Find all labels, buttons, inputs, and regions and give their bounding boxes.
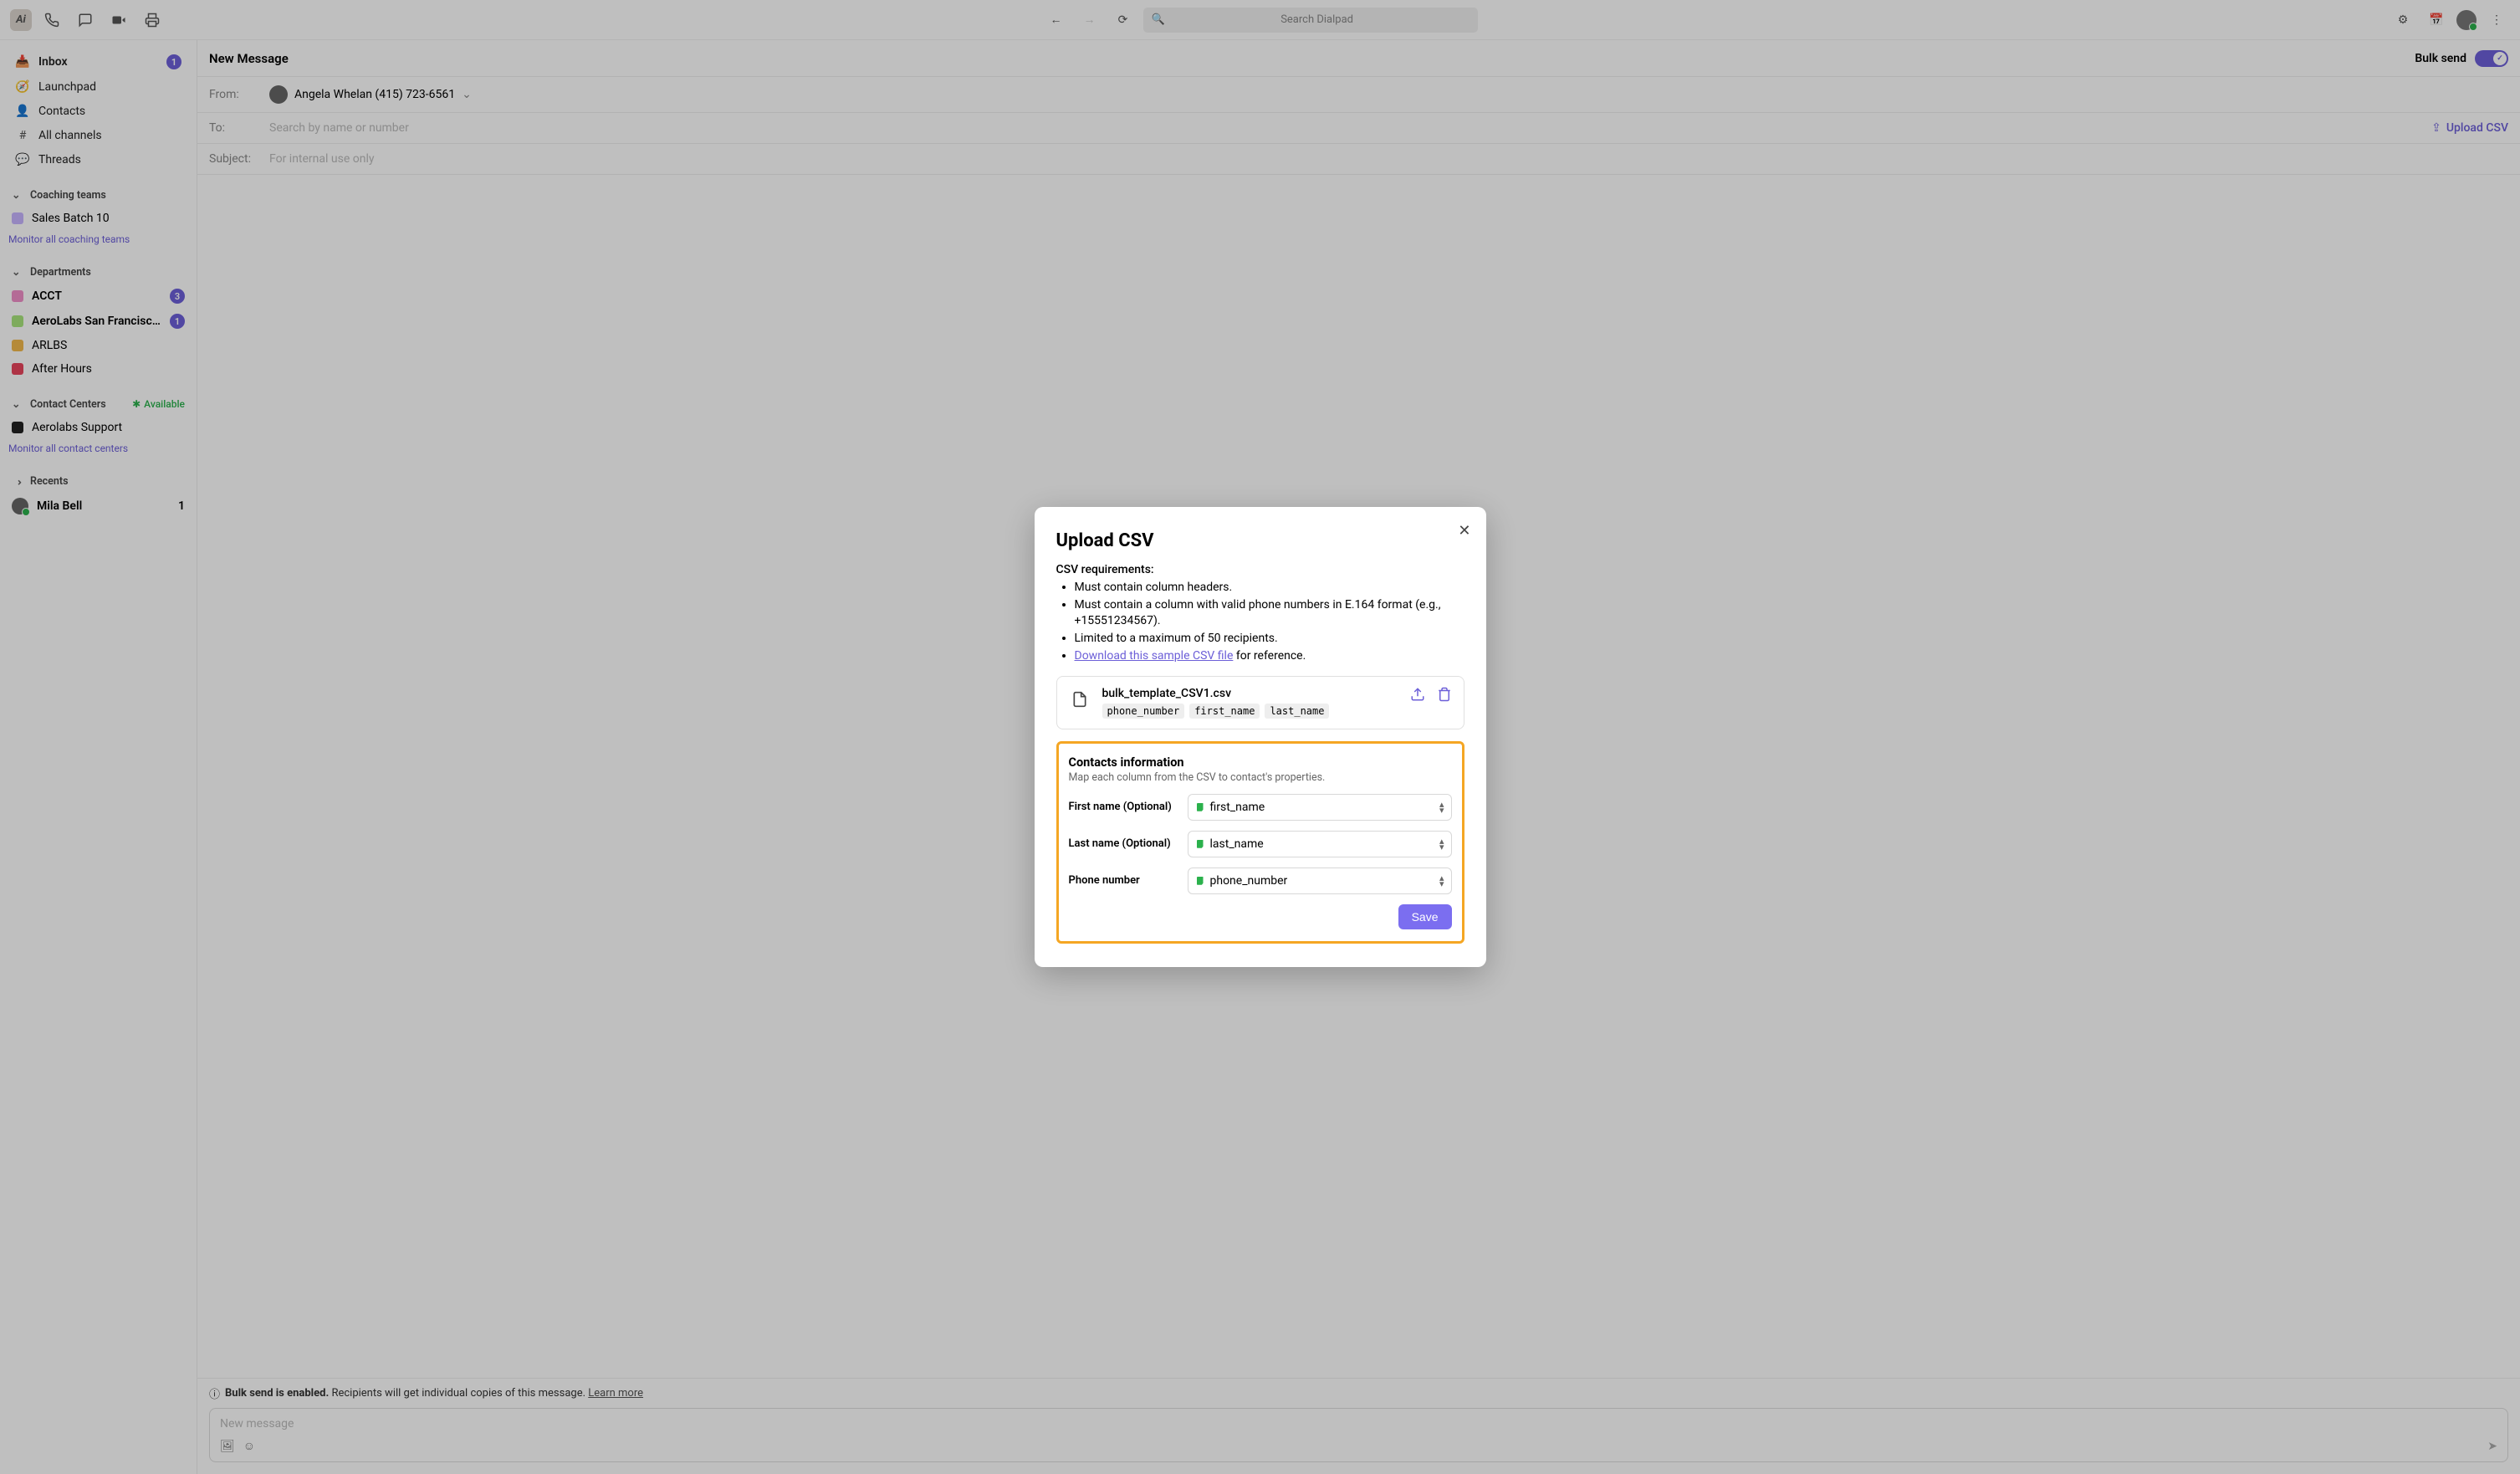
column-icon <box>1197 877 1204 885</box>
contacts-information-section: Contacts information Map each column fro… <box>1056 741 1464 944</box>
uploaded-file-card: bulk_template_CSV1.csv phone_number firs… <box>1056 676 1464 729</box>
phone-number-select[interactable]: phone_number ▴▾ <box>1188 868 1452 894</box>
sort-icon: ▴▾ <box>1439 801 1444 813</box>
last-name-select[interactable]: last_name ▴▾ <box>1188 831 1452 857</box>
save-button[interactable]: Save <box>1398 904 1452 929</box>
modal-title: Upload CSV <box>1056 530 1464 551</box>
delete-file-icon[interactable] <box>1437 687 1452 705</box>
first-name-label: First name (Optional) <box>1069 801 1188 813</box>
reupload-icon[interactable] <box>1410 687 1425 705</box>
column-icon <box>1197 840 1204 848</box>
close-button[interactable]: ✕ <box>1458 522 1470 540</box>
select-value: phone_number <box>1210 874 1288 888</box>
phone-number-label: Phone number <box>1069 874 1188 887</box>
requirements-list: Must contain column headers. Must contai… <box>1056 580 1464 663</box>
tag: first_name <box>1189 704 1260 719</box>
upload-csv-modal: ✕ Upload CSV CSV requirements: Must cont… <box>1035 507 1486 966</box>
contacts-info-sub: Map each column from the CSV to contact'… <box>1069 771 1452 784</box>
req-item: Download this sample CSV file for refere… <box>1075 648 1464 664</box>
req-item: Must contain column headers. <box>1075 580 1464 596</box>
column-icon <box>1197 803 1204 811</box>
file-column-tags: phone_number first_name last_name <box>1102 704 1398 719</box>
req4-rest: for reference. <box>1233 649 1306 663</box>
sample-csv-link[interactable]: Download this sample CSV file <box>1075 649 1234 663</box>
sort-icon: ▴▾ <box>1439 875 1444 887</box>
tag: phone_number <box>1102 704 1185 719</box>
file-icon <box>1069 688 1091 710</box>
req-item: Must contain a column with valid phone n… <box>1075 597 1464 629</box>
requirements-label: CSV requirements: <box>1056 563 1464 576</box>
sort-icon: ▴▾ <box>1439 838 1444 850</box>
select-value: last_name <box>1210 837 1264 851</box>
modal-scrim[interactable]: ✕ Upload CSV CSV requirements: Must cont… <box>0 0 2520 1474</box>
contacts-info-title: Contacts information <box>1069 755 1452 770</box>
first-name-select[interactable]: first_name ▴▾ <box>1188 794 1452 821</box>
select-value: first_name <box>1210 801 1265 814</box>
file-name: bulk_template_CSV1.csv <box>1102 687 1398 700</box>
tag: last_name <box>1265 704 1329 719</box>
req-item: Limited to a maximum of 50 recipients. <box>1075 631 1464 647</box>
last-name-label: Last name (Optional) <box>1069 837 1188 850</box>
